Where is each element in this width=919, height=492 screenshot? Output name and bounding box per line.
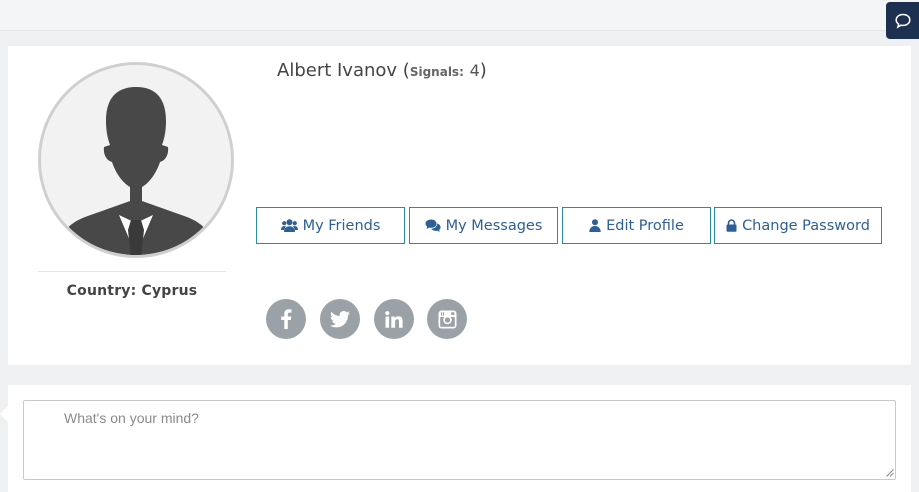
signals-label: Signals: xyxy=(409,65,464,79)
users-icon xyxy=(280,219,298,232)
facebook-icon xyxy=(281,309,292,329)
resize-grip-icon[interactable] xyxy=(884,467,894,477)
change-password-label: Change Password xyxy=(742,217,870,234)
avatar-divider xyxy=(38,271,226,272)
linkedin-icon xyxy=(385,310,403,328)
chat-toggle-button[interactable] xyxy=(886,2,919,39)
country-text: Country: Cyprus xyxy=(66,283,198,299)
twitter-icon xyxy=(330,310,350,327)
signals-count: 4 xyxy=(469,61,480,80)
edit-profile-label: Edit Profile xyxy=(606,217,684,234)
my-friends-label: My Friends xyxy=(302,217,381,234)
my-messages-button[interactable]: My Messages xyxy=(409,207,558,244)
twitter-link[interactable] xyxy=(320,299,360,339)
post-arrow-notch xyxy=(0,405,9,423)
post-input[interactable] xyxy=(23,400,896,480)
change-password-button[interactable]: Change Password xyxy=(714,207,882,244)
lock-icon xyxy=(726,219,737,232)
user-name: Albert Ivanov xyxy=(277,60,398,81)
speech-bubble-icon xyxy=(894,13,911,29)
profile-heading: Albert Ivanov (Signals: 4) xyxy=(277,60,487,81)
user-icon xyxy=(589,219,601,232)
avatar xyxy=(38,62,234,258)
edit-profile-button[interactable]: Edit Profile xyxy=(562,207,711,244)
post-composer-card xyxy=(8,385,911,492)
instagram-link[interactable] xyxy=(427,299,467,339)
profile-card: Country: Cyprus Albert Ivanov (Signals: … xyxy=(8,46,911,365)
facebook-link[interactable] xyxy=(266,299,306,339)
signals-wrapper: (Signals: 4) xyxy=(402,60,487,81)
instagram-icon xyxy=(438,310,456,328)
my-messages-label: My Messages xyxy=(445,217,543,234)
my-friends-button[interactable]: My Friends xyxy=(256,207,405,244)
top-bar xyxy=(0,0,919,31)
comments-icon xyxy=(425,219,441,232)
default-user-silhouette-icon xyxy=(41,65,231,255)
linkedin-link[interactable] xyxy=(374,299,414,339)
